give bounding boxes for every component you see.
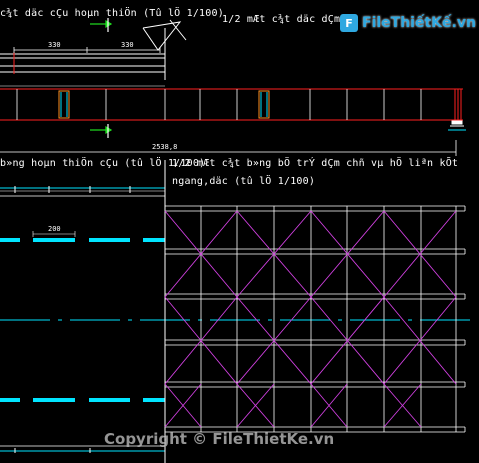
title-longitudinal-section: c¾t däc cÇu hoµn thiÖn (Tû lÖ 1/100) <box>0 8 224 19</box>
title-bracing-plan: 1/2 mÆt c¾t b»ng bÖ trÝ dÇm chñ vµ hÖ li… <box>172 158 459 169</box>
drawing-canvas: c¾t däc cÇu hoµn thiÖn (Tû lÖ 1/100) 1/2… <box>0 0 479 463</box>
cad-drawing <box>0 18 470 463</box>
bearing-support <box>448 120 466 131</box>
title-half-girder-section: 1/2 mÆt c¾t däc dÇm <box>222 14 341 25</box>
logo-icon: F <box>340 14 358 32</box>
cross-frame-markers <box>58 90 270 119</box>
abutment-end <box>454 89 462 120</box>
section-cut-arrow-bottom <box>90 124 113 138</box>
main-girders <box>165 205 466 433</box>
beam-stiffeners <box>16 89 422 120</box>
diagonal-bracing <box>164 210 457 428</box>
copyright-watermark: Copyright © FileThietKe.vn <box>104 430 335 448</box>
dimension-label-330-b: 330 <box>121 41 134 49</box>
title-bracing-plan-scale: ngang,däc (tû lÖ 1/100) <box>172 176 316 187</box>
dimension-2538 <box>0 140 457 156</box>
bracing-plan <box>164 205 466 433</box>
cross-beams <box>200 206 457 432</box>
section-cut-arrow-top <box>90 18 113 32</box>
dimension-330 <box>13 47 161 53</box>
railing <box>0 28 166 80</box>
logo-text: FileThiếtKế.vn <box>362 15 476 31</box>
dimension-label-330-a: 330 <box>48 41 61 49</box>
dimension-label-200: 200 <box>48 225 61 233</box>
dimension-label-2538: 2538,8 <box>152 143 178 151</box>
site-logo: F FileThiếtKế.vn <box>340 14 476 32</box>
